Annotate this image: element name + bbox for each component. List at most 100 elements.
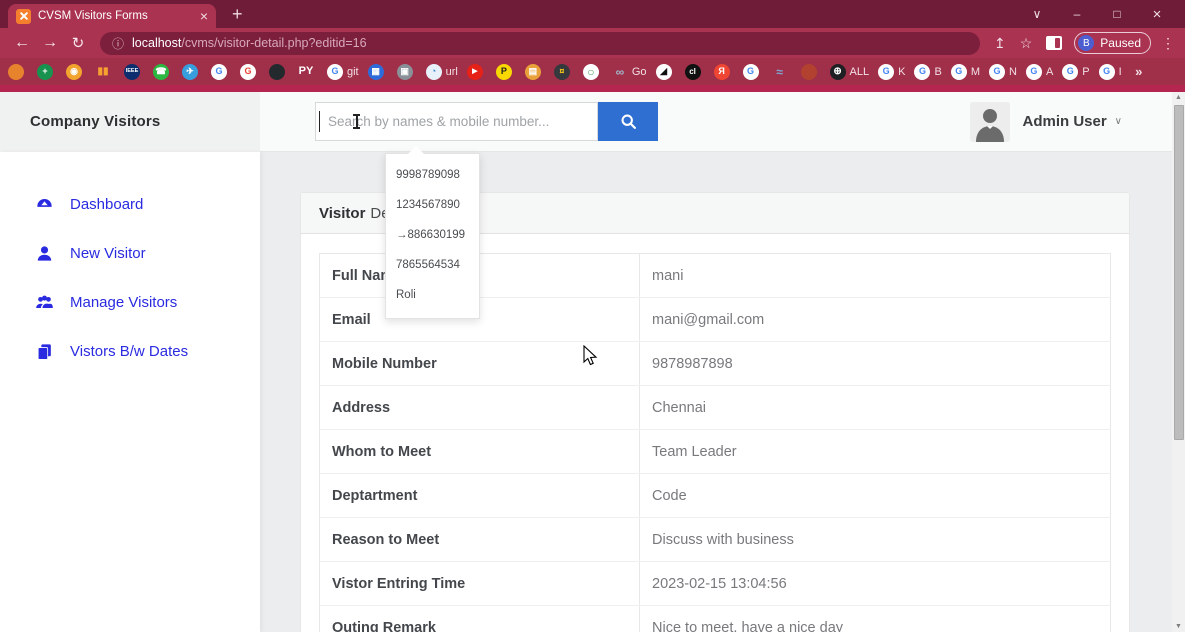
bookmark-item[interactable] (801, 64, 821, 80)
table-row: Outing Remark Nice to meet, have a nice … (320, 606, 1111, 632)
sidebar-item-dashboard[interactable]: Dashboard (0, 180, 260, 229)
bookmark-label: url (446, 66, 458, 78)
bookmark-item[interactable]: ▮▮ (95, 64, 115, 80)
dashboard-icon (35, 195, 54, 214)
bookmark-item[interactable]: ◉ (66, 64, 86, 80)
row-value: Team Leader (640, 430, 1111, 474)
bookmark-item[interactable]: » (1131, 64, 1151, 80)
bookmark-item[interactable]: cl (685, 64, 705, 80)
user-menu[interactable]: Admin User ∨ (970, 102, 1122, 142)
suggestion-item[interactable]: 9998789098 (386, 160, 479, 190)
sidebar-item-visitors-bw-dates[interactable]: Vistors B/w Dates (0, 327, 260, 376)
bookmark-item[interactable]: P (496, 64, 516, 80)
bookmark-favicon-icon: » (1131, 64, 1147, 80)
minimize-icon[interactable]: – (1057, 7, 1097, 21)
bookmark-item[interactable]: Я (714, 64, 734, 80)
bookmark-favicon-icon: G (327, 64, 343, 80)
table-row: Deptartment Code (320, 474, 1111, 518)
bookmark-favicon-icon: ▤ (525, 64, 541, 80)
bookmark-item[interactable]: ≈ (772, 64, 792, 80)
bookmark-favicon-icon: ◢ (656, 64, 672, 80)
browser-tab[interactable]: CVSM Visitors Forms × (8, 4, 216, 28)
forward-icon[interactable]: → (36, 34, 64, 52)
bookmark-item[interactable]: ○ (583, 64, 603, 80)
xampp-favicon-icon (16, 9, 31, 24)
scroll-down-icon[interactable]: ▼ (1172, 623, 1185, 630)
profile-badge[interactable]: B Paused (1074, 32, 1151, 54)
close-icon[interactable]: × (1137, 6, 1177, 23)
site-info-icon[interactable]: ⓘ (112, 35, 124, 52)
table-row: Mobile Number 9878987898 (320, 342, 1111, 386)
bookmark-item[interactable]: G (211, 64, 231, 80)
sidebar-item-manage-visitors[interactable]: Manage Visitors (0, 278, 260, 327)
suggestion-item[interactable]: 7865564534 (386, 250, 479, 280)
bookmark-item[interactable]: ¤ (554, 64, 574, 80)
bookmark-label: I (1119, 66, 1122, 78)
bookmark-label: K (898, 66, 905, 78)
share-icon[interactable]: ↥ (994, 35, 1006, 52)
tab-close-icon[interactable]: × (200, 9, 208, 23)
bookmarks-bar: + ◉ ▮▮ IEEE ☎ ✈ (0, 58, 1185, 85)
back-icon[interactable]: ← (8, 34, 36, 52)
search-icon (620, 113, 637, 130)
sidebar-item-new-visitor[interactable]: New Visitor (0, 229, 260, 278)
row-value: Chennai (640, 386, 1111, 430)
bookmark-item[interactable]: ✈ (182, 64, 202, 80)
bookmark-item[interactable]: G N (989, 64, 1017, 80)
bookmark-item[interactable]: ▦ (368, 64, 388, 80)
table-row: Reason to Meet Discuss with business (320, 518, 1111, 562)
bookmark-item[interactable] (269, 64, 289, 80)
address-bar[interactable]: ⓘ localhost /cvms/visitor-detail.php?edi… (100, 32, 980, 55)
bookmark-item[interactable]: ⊕ ALL (830, 64, 870, 80)
bookmark-item[interactable]: G (240, 64, 260, 80)
bookmark-item[interactable]: G git (327, 64, 359, 80)
bookmark-item[interactable]: G I (1099, 64, 1122, 80)
scrollbar-thumb[interactable] (1174, 105, 1184, 440)
ibeam-cursor (353, 114, 360, 130)
search-button[interactable] (598, 102, 658, 141)
bookmark-item[interactable]: ▶ (467, 64, 487, 80)
row-label: Whom to Meet (320, 430, 640, 474)
bookmark-item[interactable] (8, 64, 28, 80)
bookmark-favicon-icon: ✈ (182, 64, 198, 80)
row-value: 2023-02-15 13:04:56 (640, 562, 1111, 606)
new-tab-button[interactable]: + (232, 4, 243, 25)
bookmark-favicon-icon: G (743, 64, 759, 80)
bookmark-item[interactable]: G B (914, 64, 941, 80)
bookmark-label: git (347, 66, 359, 78)
bookmark-item[interactable]: ◔ url (426, 64, 458, 80)
suggestion-item[interactable]: 1234567890 (386, 190, 479, 220)
menu-kebab-icon[interactable]: ⋮ (1161, 35, 1175, 52)
reload-icon[interactable]: ↻ (64, 34, 92, 52)
scroll-up-icon[interactable]: ▲ (1172, 94, 1185, 101)
row-value: Discuss with business (640, 518, 1111, 562)
tab-search-icon[interactable]: ∨ (1017, 7, 1057, 21)
bookmark-item[interactable]: ◢ (656, 64, 676, 80)
bookmark-item[interactable]: ▤ (525, 64, 545, 80)
bookmark-item[interactable]: IEEE (124, 64, 144, 80)
maximize-icon[interactable]: □ (1097, 7, 1137, 21)
bookmark-item[interactable]: G P (1062, 64, 1089, 80)
app-title: Company Visitors (30, 113, 160, 130)
bookmark-item[interactable]: G M (951, 64, 980, 80)
suggestion-item[interactable]: →886630199 (386, 220, 479, 250)
bookmark-item[interactable]: ☎ (153, 64, 173, 80)
user-name: Admin User (1022, 113, 1106, 130)
copy-pages-icon (35, 342, 54, 361)
browser-titlebar: CVSM Visitors Forms × + ∨ – □ × (0, 0, 1185, 28)
bookmark-item[interactable]: G A (1026, 64, 1053, 80)
bookmark-item[interactable]: G K (878, 64, 905, 80)
bookmark-label: Go (632, 66, 647, 78)
side-panel-icon[interactable] (1046, 36, 1062, 50)
bookmark-favicon-icon: ∞ (612, 64, 628, 80)
bookmark-item[interactable]: ∞ Go (612, 64, 647, 80)
bookmark-item[interactable]: ▣ (397, 64, 417, 80)
page-scrollbar[interactable]: ▲ ▼ (1172, 92, 1185, 632)
bookmark-item[interactable]: PY (298, 64, 318, 80)
bookmark-item[interactable]: G (743, 64, 763, 80)
bookmark-star-icon[interactable]: ☆ (1020, 35, 1033, 52)
table-row: Vistor Entring Time 2023-02-15 13:04:56 (320, 562, 1111, 606)
suggestion-item[interactable]: Roli (386, 280, 479, 310)
bookmark-item[interactable]: + (37, 64, 57, 80)
bookmark-favicon-icon: ◔ (426, 64, 442, 80)
